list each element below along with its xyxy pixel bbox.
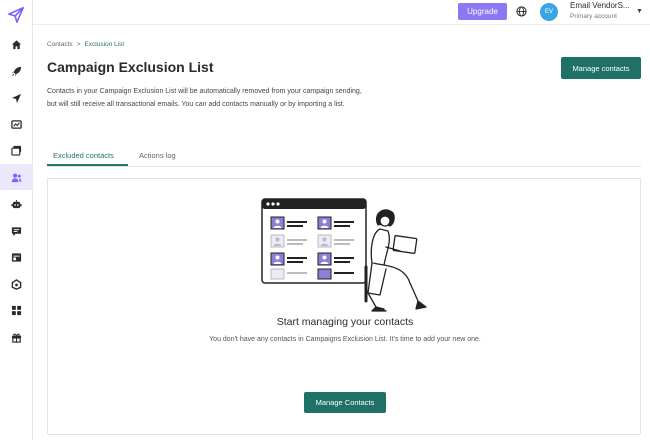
home-icon [11, 39, 22, 49]
send-icon [11, 93, 22, 103]
empty-state-description: You don't have any contacts in Campaigns… [209, 336, 481, 343]
breadcrumb-contacts-link[interactable]: Contacts [47, 41, 73, 48]
gift-icon [11, 333, 22, 343]
apps-icon [11, 305, 22, 315]
breadcrumb: Contacts > Exclusion List [47, 41, 124, 48]
manage-contacts-button[interactable]: Manage contacts [561, 57, 641, 79]
topbar: Upgrade EV Email VendorS... Primary acco… [33, 0, 650, 25]
page-description: Contacts in your Campaign Exclusion List… [47, 88, 362, 108]
sidebar-item-campaigns[interactable] [0, 85, 33, 111]
analytics-icon [11, 119, 22, 129]
templates-icon [11, 145, 22, 156]
tab-excluded-contacts[interactable]: Excluded contacts [53, 151, 114, 160]
logo-paper-plane-icon[interactable] [7, 6, 25, 24]
sidebar [0, 0, 33, 440]
sidebar-item-templates[interactable] [0, 137, 33, 163]
tabs: Excluded contacts Actions log [47, 148, 641, 167]
account-subtitle: Primary account [570, 13, 617, 20]
empty-state-title: Start managing your contacts [276, 316, 414, 328]
integrations-icon [11, 278, 22, 290]
manage-contacts-empty-button[interactable]: Manage Contacts [304, 392, 386, 413]
sidebar-item-analytics[interactable] [0, 111, 33, 137]
page-title: Campaign Exclusion List [47, 59, 214, 75]
sidebar-item-bot[interactable] [0, 191, 33, 217]
account-dropdown-caret-icon[interactable]: ▼ [636, 8, 643, 15]
upgrade-button[interactable]: Upgrade [458, 3, 507, 20]
avatar[interactable]: EV [540, 3, 558, 21]
empty-state-card: Start managing your contacts You don't h… [47, 178, 641, 435]
sidebar-item-gifts[interactable] [0, 324, 33, 350]
sidebar-item-rocket[interactable] [0, 58, 33, 84]
bot-icon [11, 199, 22, 208]
active-tab-indicator [47, 164, 128, 166]
contacts-icon [11, 173, 22, 182]
breadcrumb-separator: > [76, 41, 81, 48]
breadcrumb-current: Exclusion List [84, 41, 125, 48]
globe-icon[interactable] [516, 6, 527, 17]
sidebar-item-chat[interactable] [0, 218, 33, 244]
tab-actions-log[interactable]: Actions log [139, 151, 176, 160]
account-name[interactable]: Email VendorS... [570, 1, 632, 10]
chat-icon [11, 226, 22, 236]
rocket-icon [11, 66, 22, 76]
sidebar-item-landing-pages[interactable] [0, 244, 33, 270]
sidebar-item-home[interactable] [0, 31, 33, 57]
sidebar-item-integrations[interactable] [0, 271, 33, 297]
contacts-illustration [261, 198, 427, 312]
landing-page-icon [11, 252, 22, 262]
sidebar-item-apps[interactable] [0, 297, 33, 323]
sidebar-item-contacts[interactable] [0, 164, 33, 190]
